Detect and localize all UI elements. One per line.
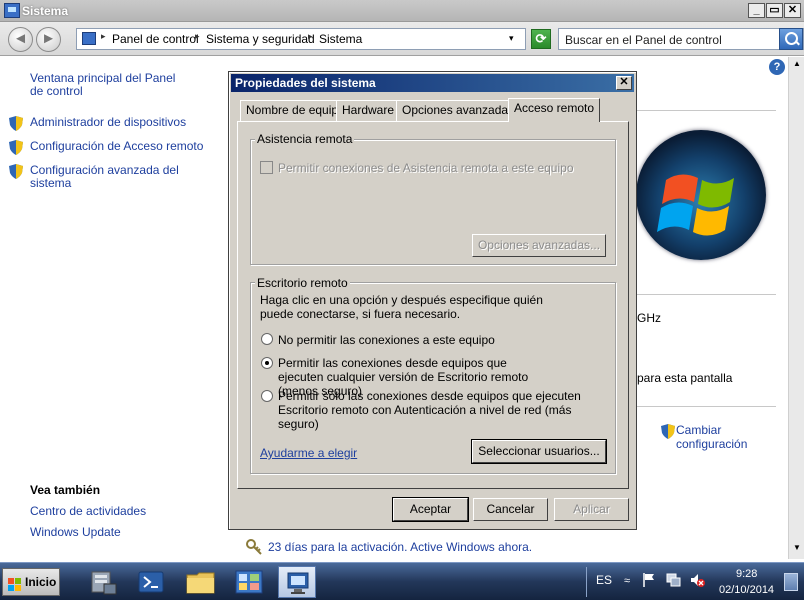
radio-no-connections-label[interactable]: No permitir las conexiones a este equipo (278, 333, 495, 347)
shield-icon (9, 116, 23, 131)
search-placeholder: Buscar en el Panel de control (565, 33, 722, 47)
remote-desktop-label: Escritorio remoto (255, 276, 350, 290)
navigation-bar: ◄ ► ▸ Panel de control ▸ Sistema y segur… (0, 22, 804, 56)
taskbar: Inicio ES ≈ 9:28 02/10/2014 (0, 562, 804, 600)
close-button[interactable]: ✕ (784, 3, 801, 18)
tab-advanced[interactable]: Opciones avanzadas (396, 100, 521, 121)
shield-icon (9, 164, 23, 179)
crumb-separator-icon[interactable]: ▸ (308, 31, 313, 42)
tab-computer-name[interactable]: Nombre de equipo (240, 100, 351, 121)
address-bar[interactable]: ▸ Panel de control ▸ Sistema y seguridad… (76, 28, 526, 50)
search-input[interactable]: Buscar en el Panel de control (558, 28, 804, 50)
dialog-titlebar[interactable]: Propiedades del sistema ✕ (231, 74, 634, 92)
left-task-pane: Ventana principal del Panel de control A… (0, 57, 220, 547)
remote-assistance-checkbox-label[interactable]: Permitir conexiones de Asistencia remota… (278, 161, 574, 175)
chevron-down-icon[interactable]: ▾ (509, 33, 514, 44)
crumb-separator-icon[interactable]: ▸ (195, 31, 200, 42)
show-desktop-button[interactable] (784, 573, 798, 591)
breadcrumb-control-panel[interactable]: Panel de control (112, 32, 199, 46)
remote-desktop-intro: Haga clic en una opción y después especi… (260, 293, 543, 321)
breadcrumb-system[interactable]: Sistema (319, 32, 362, 46)
remote-tab-panel: Asistencia remota Permitir conexiones de… (237, 121, 629, 489)
divider (636, 110, 776, 111)
select-users-button[interactable]: Seleccionar usuarios... (471, 439, 607, 464)
scroll-up-icon[interactable]: ▲ (791, 59, 803, 73)
clock-date[interactable]: 02/10/2014 (719, 584, 774, 596)
help-icon[interactable]: ? (769, 59, 785, 75)
language-indicator[interactable]: ES (596, 573, 612, 587)
tab-remote[interactable]: Acceso remoto (508, 98, 601, 122)
windows-flag-icon (8, 575, 22, 591)
search-icon[interactable] (779, 28, 803, 50)
pen-touch-peek: para esta pantalla (637, 371, 733, 385)
breadcrumb-system-security[interactable]: Sistema y seguridad (206, 32, 315, 46)
refresh-button[interactable]: ⟳ (531, 29, 551, 49)
see-also-heading: Vea también (30, 483, 101, 497)
advanced-options-button[interactable]: Opciones avanzadas... (472, 234, 606, 257)
maximize-button[interactable]: ▭ (766, 3, 783, 18)
window-titlebar[interactable]: Sistema _ ▭ ✕ (0, 0, 804, 22)
radio-nla-only-label[interactable]: Permitir sólo las conexiones desde equip… (278, 389, 603, 431)
activation-link[interactable]: 23 días para la activación. Active Windo… (268, 540, 532, 554)
ok-button[interactable]: Aceptar (392, 497, 469, 522)
remote-settings-link[interactable]: Configuración de Acceso remoto (30, 140, 203, 153)
key-icon (246, 539, 262, 555)
divider (636, 294, 776, 295)
start-label: Inicio (25, 575, 57, 589)
control-panel-taskbar-icon[interactable] (230, 566, 268, 598)
processor-speed-peek: GHz (637, 311, 661, 325)
control-panel-icon (82, 32, 96, 45)
show-hidden-icons-icon[interactable]: ≈ (624, 575, 630, 587)
radio-any-version[interactable] (261, 357, 273, 369)
action-center-link[interactable]: Centro de actividades (30, 505, 146, 518)
crumb-separator-icon[interactable]: ▸ (101, 31, 106, 42)
dialog-title: Propiedades del sistema (235, 76, 376, 90)
change-settings-link[interactable]: Cambiar configuración (676, 423, 756, 451)
start-button[interactable]: Inicio (2, 568, 60, 596)
tray-separator (586, 567, 587, 597)
explorer-folder-icon[interactable] (182, 566, 220, 598)
scroll-down-icon[interactable]: ▼ (791, 543, 803, 557)
forward-button[interactable]: ► (36, 27, 61, 52)
apply-button[interactable]: Aplicar (554, 498, 629, 521)
flag-icon[interactable] (642, 572, 656, 591)
shield-icon (9, 140, 23, 155)
radio-no-connections[interactable] (261, 333, 273, 345)
windows-logo (636, 130, 766, 260)
help-me-choose-link[interactable]: Ayudarme a elegir (260, 446, 357, 460)
back-button[interactable]: ◄ (8, 27, 33, 52)
tab-hardware[interactable]: Hardware (336, 100, 401, 121)
window-title: Sistema (22, 4, 69, 18)
remote-assistance-label: Asistencia remota (255, 132, 355, 146)
device-manager-link[interactable]: Administrador de dispositivos (30, 116, 186, 129)
server-manager-icon[interactable] (84, 566, 122, 598)
volume-muted-icon[interactable] (689, 572, 705, 591)
system-properties-dialog: Propiedades del sistema ✕ Nombre de equi… (228, 71, 637, 530)
system-window-icon (4, 3, 20, 18)
network-icon[interactable] (665, 572, 681, 591)
windows-update-link[interactable]: Windows Update (30, 526, 121, 539)
system-window-taskbar-button[interactable] (278, 566, 316, 598)
control-panel-home-link[interactable]: Ventana principal del Panel de control (30, 72, 190, 98)
divider (636, 406, 776, 407)
dialog-close-button[interactable]: ✕ (616, 76, 632, 90)
radio-nla-only[interactable] (261, 390, 273, 402)
clock-time[interactable]: 9:28 (736, 568, 757, 580)
powershell-icon[interactable] (132, 566, 170, 598)
vertical-scrollbar[interactable]: ▲ ▼ (788, 57, 804, 559)
minimize-button[interactable]: _ (748, 3, 765, 18)
cancel-button[interactable]: Cancelar (473, 498, 548, 521)
shield-icon (661, 424, 675, 439)
remote-assistance-checkbox[interactable] (260, 161, 273, 174)
advanced-system-settings-link[interactable]: Configuración avanzada del sistema (30, 164, 190, 190)
